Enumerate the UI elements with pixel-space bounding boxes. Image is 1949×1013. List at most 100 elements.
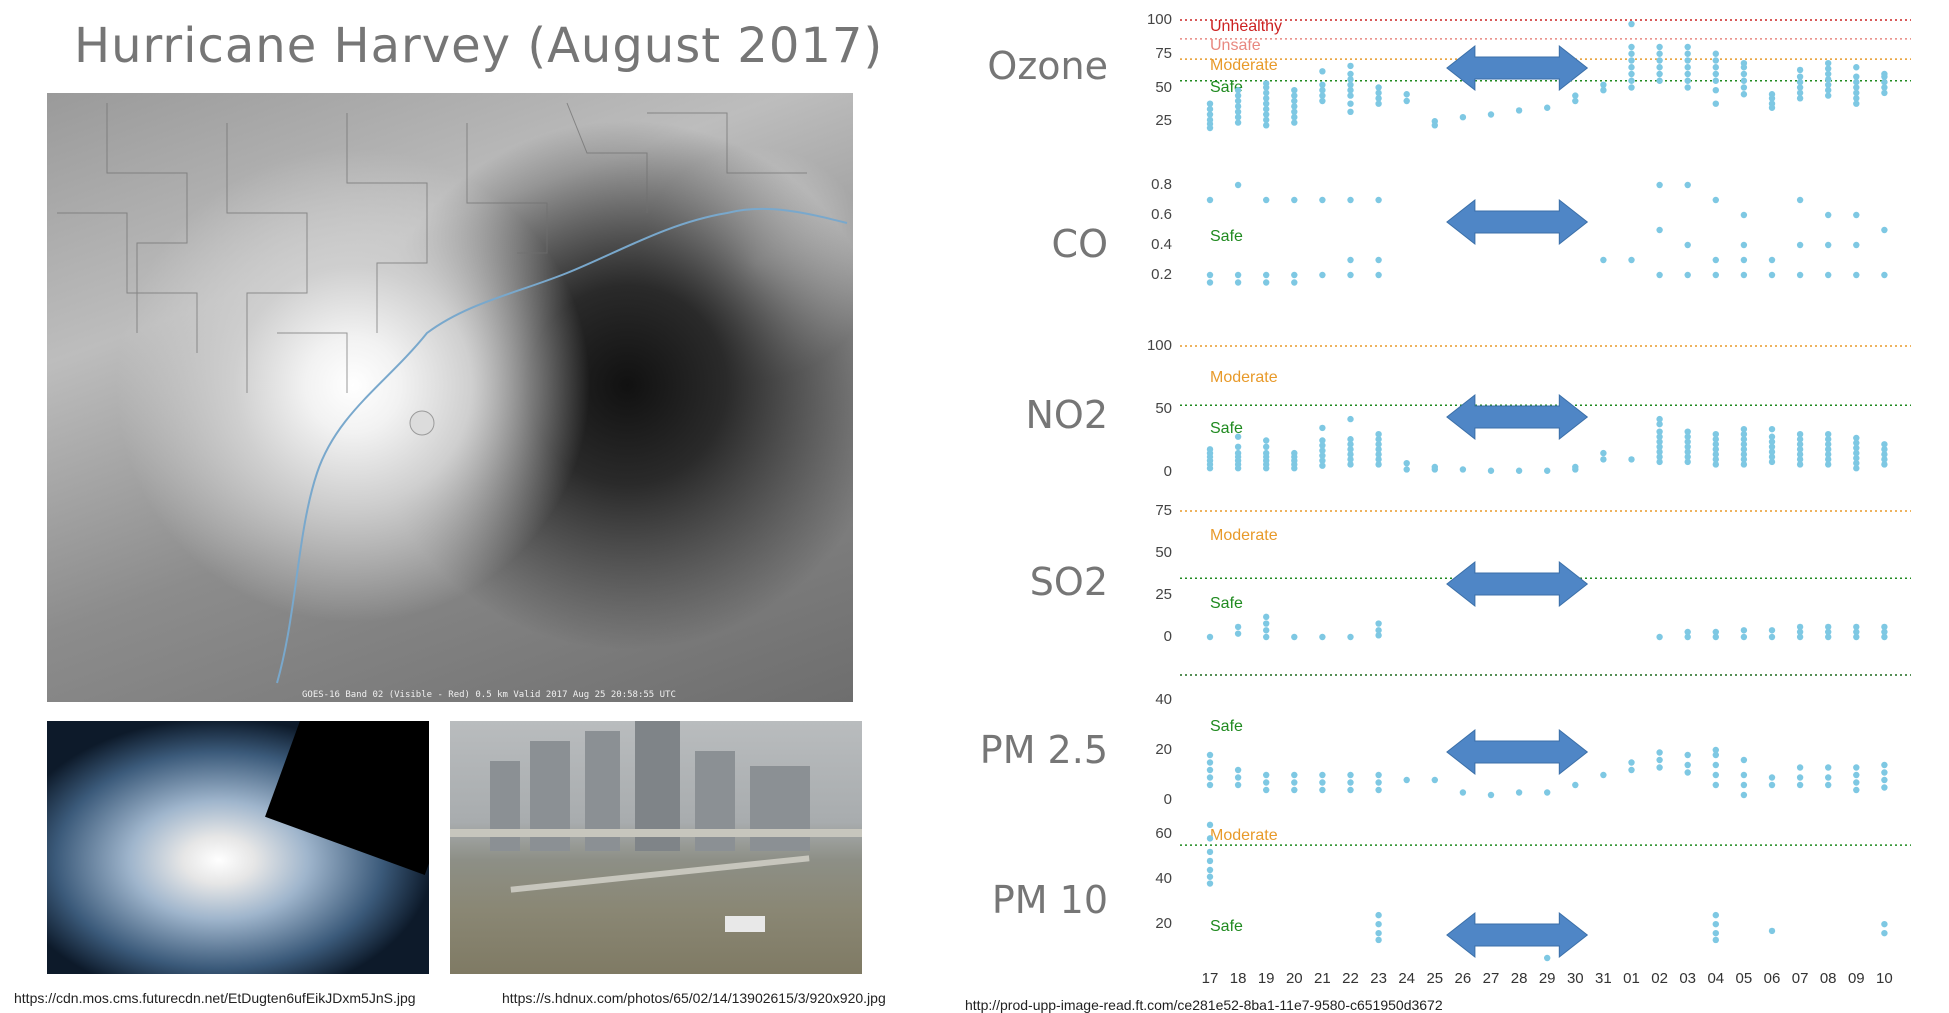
- data-point: [1403, 459, 1410, 467]
- data-point: [1347, 436, 1354, 443]
- data-point: [1347, 196, 1354, 204]
- data-point: [1825, 764, 1832, 771]
- data-point: [1375, 196, 1382, 204]
- data-point: [1319, 196, 1326, 204]
- data-point: [1206, 100, 1214, 107]
- data-point: [1600, 771, 1607, 779]
- data-point: [1881, 784, 1888, 791]
- data-point: [1375, 936, 1382, 944]
- data-point: [1825, 211, 1832, 219]
- data-gap-arrow: [1446, 560, 1589, 608]
- data-point: [1459, 114, 1467, 121]
- data-point: [1347, 786, 1354, 794]
- data-point: [1375, 620, 1382, 627]
- data-point: [1684, 271, 1691, 279]
- data-gap-arrow: [1446, 198, 1589, 246]
- data-point: [1712, 50, 1720, 57]
- data-point: [1740, 241, 1748, 249]
- data-point: [1291, 633, 1298, 641]
- data-point: [1796, 271, 1804, 279]
- data-point: [1234, 781, 1242, 789]
- data-point: [1712, 761, 1720, 769]
- data-point: [1375, 786, 1382, 794]
- data-point: [1656, 50, 1663, 57]
- data-point: [1347, 633, 1354, 641]
- data-point: [1291, 271, 1298, 279]
- data-point: [1628, 57, 1635, 64]
- data-point: [1712, 100, 1720, 107]
- data-point: [1263, 196, 1270, 204]
- data-point: [1600, 449, 1607, 457]
- data-point: [1853, 73, 1860, 80]
- data-point: [1234, 774, 1242, 781]
- data-point: [1712, 87, 1720, 94]
- data-point: [1684, 70, 1691, 78]
- data-point: [1796, 774, 1804, 781]
- data-point: [1487, 467, 1495, 474]
- data-point: [1263, 279, 1270, 286]
- data-point: [1487, 791, 1495, 799]
- data-point: [1768, 627, 1776, 634]
- data-point: [1572, 781, 1579, 789]
- data-point: [1431, 776, 1439, 784]
- data-point: [1768, 425, 1776, 433]
- data-point: [1515, 107, 1523, 114]
- data-point: [1796, 241, 1804, 249]
- data-point: [1881, 776, 1888, 784]
- data-point: [1712, 911, 1720, 919]
- data-point: [1600, 256, 1607, 264]
- data-point: [1403, 776, 1410, 784]
- data-point: [1263, 779, 1270, 786]
- data-point: [1740, 771, 1748, 779]
- data-point: [1459, 466, 1467, 473]
- data-point: [1375, 920, 1382, 928]
- data-point: [1600, 81, 1607, 89]
- data-point: [1347, 256, 1354, 264]
- data-gap-arrow: [1446, 44, 1589, 92]
- data-point: [1206, 446, 1214, 453]
- data-point: [1291, 87, 1298, 94]
- data-point: [1853, 764, 1860, 771]
- data-point: [1206, 759, 1214, 766]
- data-point: [1881, 70, 1888, 78]
- data-point: [1375, 929, 1382, 937]
- data-point: [1796, 431, 1804, 438]
- data-point: [1206, 774, 1214, 781]
- data-point: [1347, 779, 1354, 786]
- data-point: [1740, 84, 1748, 91]
- data-point: [1263, 620, 1270, 627]
- data-point: [1656, 756, 1663, 764]
- data-point: [1656, 226, 1663, 234]
- data-point: [1375, 911, 1382, 919]
- data-point: [1319, 424, 1326, 432]
- data-point: [1768, 91, 1776, 98]
- data-point: [1206, 633, 1214, 641]
- data-point: [1263, 771, 1270, 779]
- data-point: [1825, 623, 1832, 631]
- data-point: [1263, 633, 1270, 641]
- data-point: [1319, 81, 1326, 89]
- data-point: [1291, 786, 1298, 794]
- data-point: [1403, 91, 1410, 98]
- data-point: [1544, 789, 1551, 796]
- data-point: [1881, 761, 1888, 769]
- data-point: [1853, 779, 1860, 786]
- data-point: [1853, 64, 1860, 71]
- data-point: [1291, 779, 1298, 786]
- data-point: [1628, 43, 1635, 51]
- data-point: [1684, 84, 1691, 91]
- data-point: [1684, 43, 1691, 51]
- data-point: [1768, 633, 1776, 641]
- data-point: [1684, 769, 1691, 776]
- data-point: [1796, 196, 1804, 204]
- air-quality-plot: [1180, 19, 1911, 962]
- data-point: [1656, 64, 1663, 71]
- data-point: [1796, 73, 1804, 80]
- data-point: [1684, 428, 1691, 435]
- data-point: [1319, 633, 1326, 641]
- data-point: [1206, 821, 1214, 829]
- data-point: [1881, 623, 1888, 631]
- data-point: [1206, 279, 1214, 286]
- data-point: [1206, 848, 1214, 856]
- data-point: [1206, 835, 1214, 842]
